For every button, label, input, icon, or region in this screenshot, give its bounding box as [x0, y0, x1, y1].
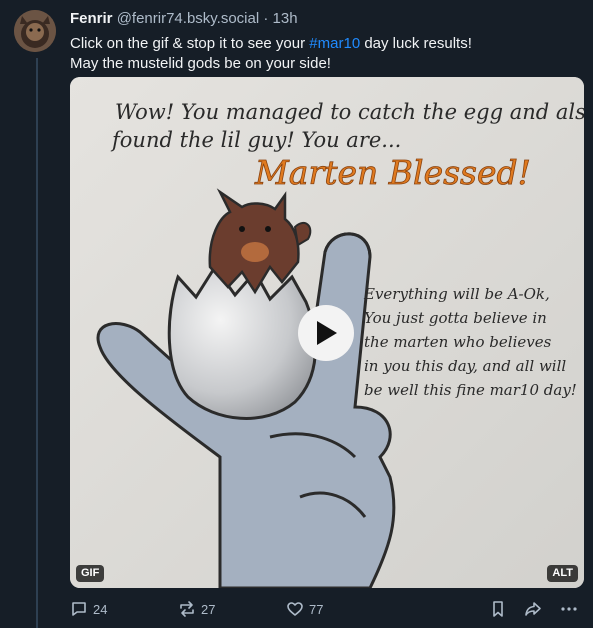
like-count: 77 [309, 601, 324, 617]
post-text-segment: Click on the gif & stop it to see your [70, 35, 310, 52]
post-text-line-1: Click on the gif & stop it to see your #… [70, 34, 580, 54]
share-button[interactable] [524, 600, 542, 618]
repost-count: 27 [201, 601, 216, 617]
gif-message-line: the marten who believes [364, 333, 552, 351]
bookmark-button[interactable] [489, 600, 507, 618]
author-handle[interactable]: @fenrir74.bsky.social [117, 10, 260, 27]
hashtag-link[interactable]: #mar10 [309, 35, 360, 52]
post-header: Fenrir @fenrir74.bsky.social · 13h [70, 9, 298, 29]
reply-button[interactable]: 24 [70, 600, 107, 618]
gif-embed[interactable]: Wow! You managed to catch the egg and al… [70, 77, 584, 588]
gif-badge: GIF [76, 565, 105, 582]
share-icon [525, 602, 541, 616]
thread-line [36, 58, 38, 628]
alt-text-badge[interactable]: ALT [547, 565, 578, 582]
reply-count: 24 [93, 601, 108, 617]
reply-icon [72, 602, 86, 616]
play-icon [317, 321, 337, 345]
gif-caption-line-2: found the lil guy! You are... [110, 128, 401, 152]
post-text: Click on the gif & stop it to see your #… [70, 34, 580, 74]
author-display-name[interactable]: Fenrir [70, 10, 113, 27]
post-actions: 24 27 77 [70, 600, 584, 622]
post-text-segment: day luck results! [360, 35, 472, 52]
gif-headline: Marten Blessed! [254, 153, 531, 192]
gif-message-line: Everything will be A-Ok, [363, 285, 550, 303]
more-options-button[interactable] [560, 600, 578, 618]
like-button[interactable]: 77 [286, 600, 323, 618]
repost-icon [180, 601, 194, 617]
play-button[interactable] [298, 305, 354, 361]
separator-dot: · [263, 10, 269, 27]
repost-button[interactable]: 27 [178, 600, 215, 618]
post-text-line-2: May the mustelid gods be on your side! [70, 55, 331, 72]
bookmark-icon [493, 601, 503, 617]
gif-caption-line-1: Wow! You managed to catch the egg and al… [115, 100, 584, 124]
gif-message-line: in you this day, and all will [364, 357, 566, 375]
like-icon [287, 602, 303, 616]
avatar[interactable] [14, 10, 56, 52]
gif-message-line: You just gotta believe in [364, 309, 547, 327]
gif-message-line: be well this fine mar10 day! [364, 381, 577, 399]
more-icon [561, 607, 577, 611]
post-timestamp[interactable]: 13h [273, 10, 298, 27]
